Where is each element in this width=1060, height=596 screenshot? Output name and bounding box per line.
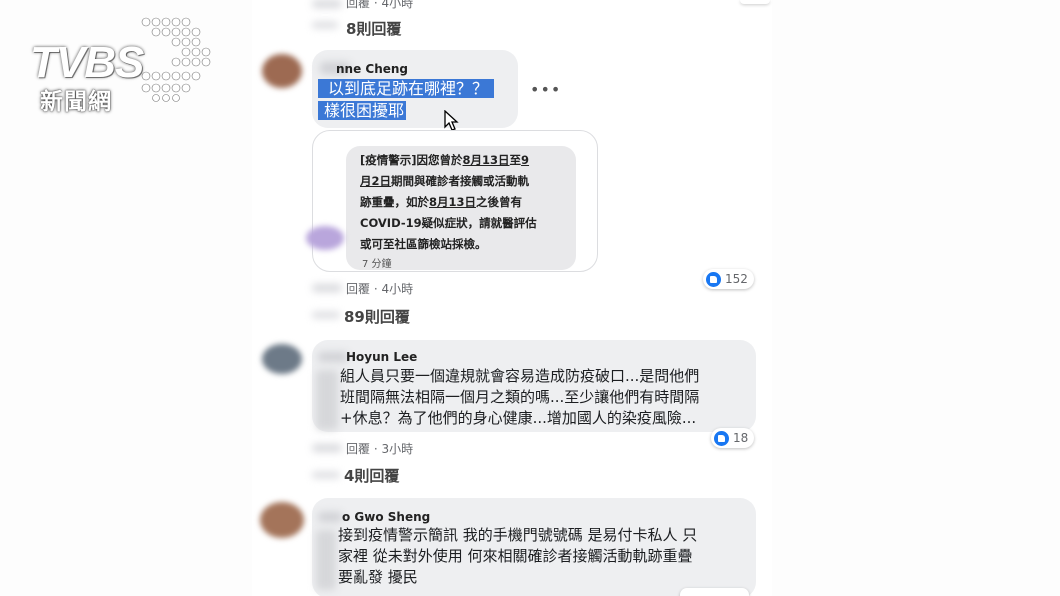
reaction-count-badge[interactable]: 152 bbox=[703, 269, 754, 289]
avatar[interactable] bbox=[260, 502, 304, 538]
logo-brand: TVBS bbox=[30, 38, 144, 87]
like-icon bbox=[706, 271, 721, 287]
reply-line-blur bbox=[312, 444, 342, 452]
comment-text-line: 要亂發 擾民 bbox=[338, 568, 418, 586]
tvbs-logo-dots-icon bbox=[141, 17, 211, 102]
reaction-badge-fragment bbox=[740, 0, 770, 4]
commenter-name[interactable]: o Gwo Sheng bbox=[342, 510, 430, 524]
blurred-text-start bbox=[316, 530, 336, 590]
reply-link[interactable]: 回覆 bbox=[346, 442, 370, 456]
comment-text-line: 接到疫情警示簡訊 我的手機門號號碼 是易付卡私人 只 bbox=[338, 526, 698, 544]
sms-text: [疫情警示]因您曾於8月13日至9 月2日期間與確診者接觸或活動軌 跡重疊，如於… bbox=[360, 153, 537, 251]
blurred-text-start bbox=[316, 370, 338, 430]
blurred-name-fragment bbox=[318, 512, 342, 522]
view-replies-link[interactable]: 8則回覆 bbox=[346, 18, 401, 39]
reply-line-blur bbox=[312, 22, 338, 28]
reply-link[interactable]: 回覆 bbox=[346, 0, 370, 10]
commenter-name[interactable]: Hoyun Lee bbox=[346, 350, 417, 364]
timestamp: 4小時 bbox=[381, 0, 414, 10]
view-replies-link[interactable]: 89則回覆 bbox=[344, 306, 410, 327]
reaction-count-badge-fragment[interactable] bbox=[680, 588, 749, 596]
sms-timestamp: 7 分鐘 bbox=[362, 259, 392, 270]
sms-sender-avatar bbox=[306, 226, 344, 250]
reply-line-blur bbox=[312, 312, 340, 318]
like-icon bbox=[714, 430, 729, 446]
timestamp: 4小時 bbox=[381, 282, 414, 296]
reply-line-blur bbox=[312, 284, 342, 292]
comment-text-line: 班間隔無法相隔一個月之類的嗎...至少讓他們有時間隔 bbox=[340, 388, 700, 406]
comment-text-line: 以到底足跡在哪裡？？ bbox=[318, 78, 495, 99]
selected-text[interactable]: 樣很困擾耶 bbox=[318, 101, 407, 120]
selected-text[interactable]: 以到底足跡在哪裡？？ bbox=[318, 79, 495, 98]
avatar[interactable] bbox=[262, 344, 302, 374]
timestamp: 3小時 bbox=[381, 442, 414, 456]
blurred-name-fragment bbox=[318, 352, 348, 362]
comment-meta: 回覆 · 4小時 bbox=[346, 0, 413, 11]
commenter-name[interactable]: nne Cheng bbox=[336, 62, 408, 76]
comment-text-line: +休息？為了他們的身心健康...增加國人的染疫風險... bbox=[340, 409, 697, 427]
reply-link[interactable]: 回覆 bbox=[346, 282, 370, 296]
reaction-count-badge[interactable]: 18 bbox=[711, 428, 755, 448]
comment-text-line: 組人員只要一個違規就會容易造成防疫破口...是問他們 bbox=[340, 367, 700, 385]
logo-subtitle: 新聞網 bbox=[40, 89, 112, 115]
comment-text-line: 樣很困擾耶 bbox=[318, 100, 407, 121]
blurred-avatar-fragment bbox=[312, 0, 342, 8]
reply-line-blur bbox=[312, 472, 340, 478]
view-replies-link[interactable]: 4則回覆 bbox=[344, 465, 399, 486]
screen: 回覆 · 4小時 8則回覆 nne Cheng 以到底足跡在哪裡？？ 樣很困擾耶… bbox=[0, 0, 1060, 596]
mouse-cursor-icon bbox=[444, 110, 459, 131]
avatar[interactable] bbox=[262, 54, 302, 88]
more-options-icon[interactable]: ••• bbox=[530, 80, 561, 99]
comment-meta: 回覆 · 4小時 bbox=[346, 282, 414, 296]
comment-text-line: 家裡 從未對外使用 何來相關確診者接觸活動軌跡重疊 bbox=[338, 547, 693, 565]
comment-meta: 回覆 · 3小時 bbox=[346, 442, 414, 456]
